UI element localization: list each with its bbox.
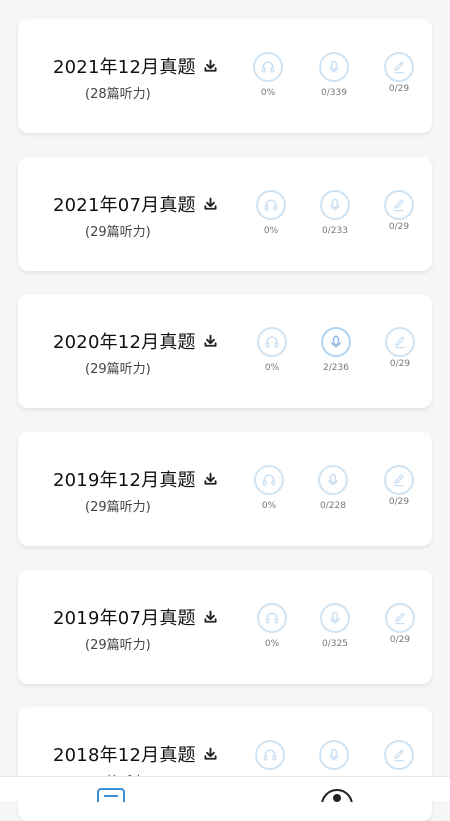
write-progress[interactable]: 0/29: [369, 190, 429, 232]
download-icon[interactable]: [202, 609, 219, 626]
exam-title-row: 2021年07月真题: [53, 191, 219, 217]
exam-card[interactable]: 2021年12月真题 (28篇听力) 0% 0/339 0/29: [18, 19, 432, 133]
record-progress[interactable]: [304, 740, 364, 770]
download-icon[interactable]: [202, 471, 219, 488]
nav-item-profile[interactable]: [320, 787, 354, 821]
exam-title: 2019年12月真题: [53, 470, 196, 491]
microphone-icon: [319, 52, 349, 82]
write-value: 0/29: [388, 84, 410, 94]
headphones-icon: [256, 190, 286, 220]
exam-subtitle: (28篇听力): [85, 87, 151, 102]
record-progress[interactable]: 2/236: [306, 327, 366, 373]
listen-progress[interactable]: 0%: [238, 52, 298, 98]
download-icon[interactable]: [202, 58, 219, 75]
write-progress[interactable]: 0/29: [369, 465, 429, 507]
exam-card[interactable]: 2021年07月真题 (29篇听力) 0% 0/233 0/29: [18, 157, 432, 271]
listen-value: 0%: [261, 501, 277, 511]
exam-subtitle: (29篇听力): [85, 638, 151, 653]
exam-title-row: 2019年12月真题: [53, 466, 219, 492]
listen-value: 0%: [263, 226, 279, 236]
record-value: 0/339: [321, 88, 347, 98]
record-value: 0/228: [320, 501, 346, 511]
write-value: 0/29: [388, 497, 410, 507]
exam-card[interactable]: 2019年07月真题 (29篇听力) 0% 0/325 0/29: [18, 570, 432, 684]
exam-title-row: 2019年07月真题: [53, 604, 219, 630]
exam-title-row: 2021年12月真题: [53, 53, 219, 79]
write-progress[interactable]: 0/29: [370, 327, 430, 369]
listen-progress[interactable]: 0%: [242, 603, 302, 649]
microphone-icon: [318, 465, 348, 495]
write-progress[interactable]: 0/29: [370, 603, 430, 645]
pencil-icon: [384, 740, 414, 770]
exam-title: 2020年12月真题: [53, 332, 196, 353]
listen-value: 0%: [264, 363, 280, 373]
download-icon[interactable]: [202, 746, 219, 763]
pencil-icon: [384, 52, 414, 82]
exam-subtitle: (29篇听力): [85, 500, 151, 515]
exam-subtitle: (29篇听力): [85, 225, 151, 240]
exam-title: 2018年12月真题: [53, 745, 196, 766]
bottom-nav: [0, 776, 450, 821]
headphones-icon: [254, 465, 284, 495]
headphones-icon: [255, 740, 285, 770]
listen-value: 0%: [264, 639, 280, 649]
write-progress[interactable]: 0/29: [369, 52, 429, 94]
write-progress[interactable]: [369, 740, 429, 770]
record-progress[interactable]: 0/228: [303, 465, 363, 511]
exam-subtitle: (29篇听力): [85, 362, 151, 377]
exam-card[interactable]: 2019年12月真题 (29篇听力) 0% 0/228 0/29: [18, 432, 432, 546]
exam-title: 2021年07月真题: [53, 195, 196, 216]
listen-progress[interactable]: 0%: [242, 327, 302, 373]
download-icon[interactable]: [202, 333, 219, 350]
exam-title-row: 2018年12月真题: [53, 741, 219, 767]
record-value: 0/325: [322, 639, 348, 649]
exam-title: 2021年12月真题: [53, 57, 196, 78]
exam-card[interactable]: 2020年12月真题 (29篇听力) 0% 2/236 0/29: [18, 294, 432, 408]
exam-title: 2019年07月真题: [53, 608, 196, 629]
download-icon[interactable]: [202, 196, 219, 213]
listen-progress[interactable]: 0%: [239, 465, 299, 511]
write-value: 0/29: [389, 359, 411, 369]
pencil-icon: [385, 327, 415, 357]
headphones-icon: [253, 52, 283, 82]
pencil-icon: [385, 603, 415, 633]
record-value: 2/236: [323, 363, 349, 373]
listen-value: 0%: [260, 88, 276, 98]
headphones-icon: [257, 603, 287, 633]
record-progress[interactable]: 0/339: [304, 52, 364, 98]
nav-item-list[interactable]: [97, 787, 125, 810]
pencil-icon: [384, 465, 414, 495]
listen-progress[interactable]: [240, 740, 300, 770]
record-progress[interactable]: 0/233: [305, 190, 365, 236]
microphone-icon: [319, 740, 349, 770]
write-value: 0/29: [389, 635, 411, 645]
exam-card[interactable]: 2018年12月真题 (29篇听力): [18, 707, 432, 821]
microphone-icon: [321, 327, 351, 357]
listen-progress[interactable]: 0%: [241, 190, 301, 236]
microphone-icon: [320, 603, 350, 633]
microphone-icon: [320, 190, 350, 220]
exam-title-row: 2020年12月真题: [53, 328, 219, 354]
record-progress[interactable]: 0/325: [305, 603, 365, 649]
write-value: 0/29: [388, 222, 410, 232]
record-value: 0/233: [322, 226, 348, 236]
headphones-icon: [257, 327, 287, 357]
pencil-icon: [384, 190, 414, 220]
